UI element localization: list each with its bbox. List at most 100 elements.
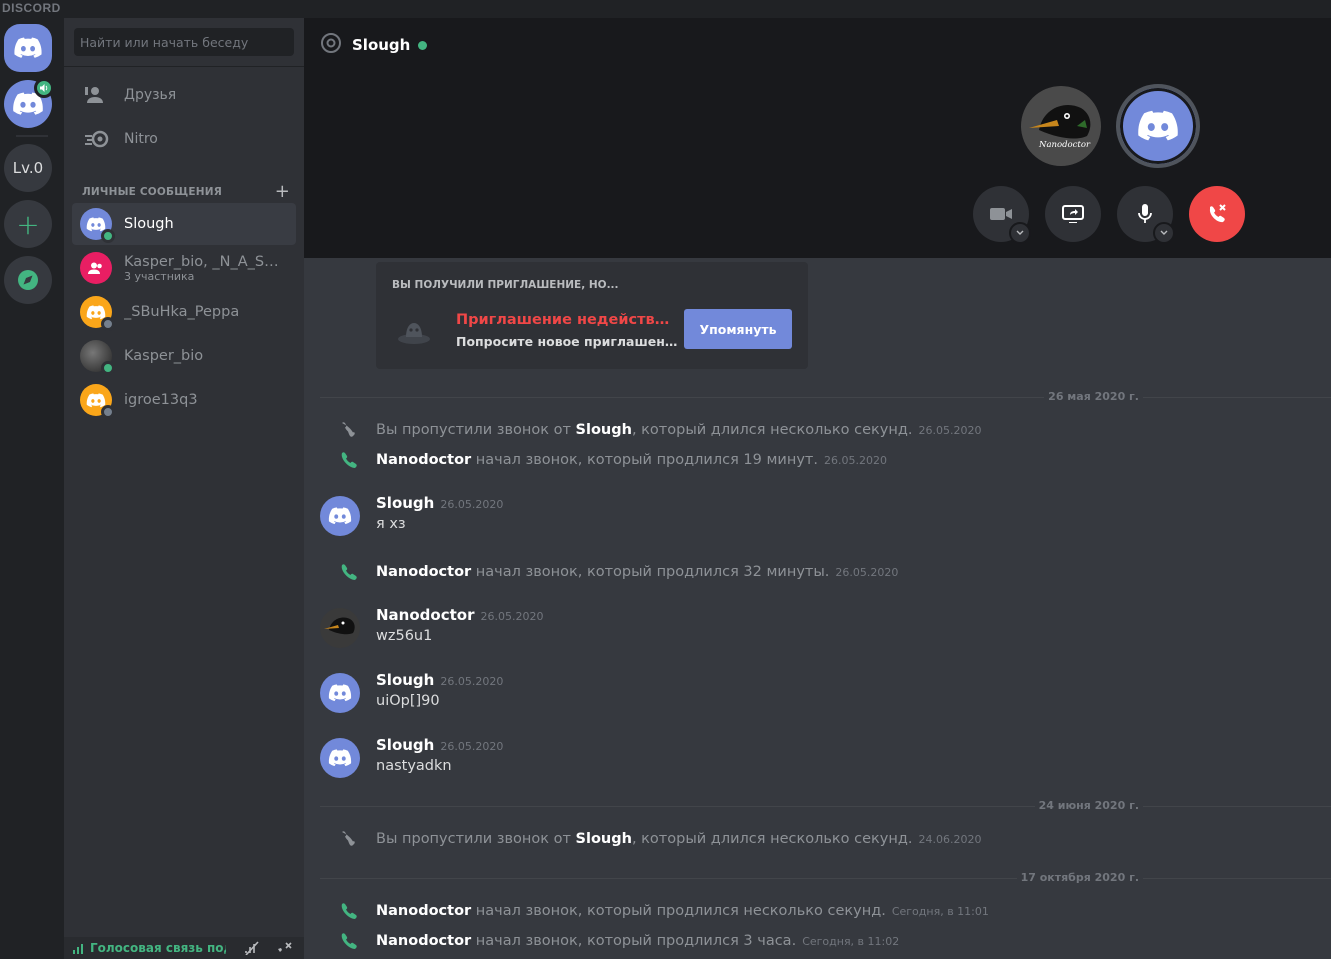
message-author[interactable]: Slough bbox=[376, 736, 434, 754]
message-text: wz56u1 bbox=[376, 628, 433, 644]
call-participant-slough[interactable] bbox=[1116, 84, 1200, 168]
status-offline-badge bbox=[101, 405, 115, 419]
message-group: Nanodoctor 26.05.2020 wz56u1 bbox=[320, 606, 1320, 654]
disconnect-icon[interactable] bbox=[276, 941, 292, 955]
username[interactable]: Nanodoctor bbox=[376, 903, 471, 919]
signal-icon bbox=[73, 944, 83, 954]
timestamp: 24.06.2020 bbox=[918, 832, 982, 846]
discord-logo-icon bbox=[328, 684, 352, 702]
missed-call-suffix: , который длился несколько секунд. bbox=[631, 422, 913, 438]
message-author[interactable]: Slough bbox=[376, 671, 434, 689]
dm-item-slough[interactable]: Slough bbox=[72, 203, 296, 245]
dm-item-igroe[interactable]: igroe13q3 bbox=[72, 379, 296, 421]
create-dm-icon[interactable]: + bbox=[275, 181, 290, 202]
message-author[interactable]: Slough bbox=[376, 494, 434, 512]
channel-header: Slough bbox=[320, 32, 428, 58]
system-message-call: Nanodoctor начал звонок, который продлил… bbox=[320, 561, 1320, 583]
at-icon bbox=[320, 32, 344, 58]
status-online-badge bbox=[101, 361, 115, 375]
main-chat: Slough Nanodoctor ВЫ ПОЛУЧИЛИ ПРИГЛАШЕНИ… bbox=[304, 18, 1331, 959]
missed-call-suffix: , который длился несколько секунд. bbox=[631, 831, 913, 847]
title-bar: DISCORD bbox=[0, 0, 1331, 18]
add-server-button[interactable]: + bbox=[4, 200, 52, 248]
chevron-down-icon[interactable] bbox=[1009, 222, 1031, 244]
channel-title: Slough bbox=[352, 36, 411, 54]
date-divider-label: 26 мая 2020 г. bbox=[1044, 390, 1143, 403]
discord-logo-icon bbox=[328, 507, 352, 525]
dm-name: Kasper_bio, _N_A_S_... bbox=[124, 253, 284, 270]
call-icon bbox=[320, 451, 376, 469]
rail-divider bbox=[16, 135, 48, 137]
server-level[interactable]: Lv.0 bbox=[4, 144, 52, 192]
message-author[interactable]: Nanodoctor bbox=[376, 606, 474, 624]
username[interactable]: Nanodoctor bbox=[376, 933, 471, 949]
avatar[interactable] bbox=[320, 608, 360, 648]
microphone-button[interactable] bbox=[1117, 186, 1175, 244]
end-call-button[interactable] bbox=[1189, 186, 1245, 242]
avatar bbox=[80, 296, 115, 331]
avatar[interactable] bbox=[320, 496, 360, 536]
explore-servers-button[interactable] bbox=[4, 256, 52, 304]
message-text: я хз bbox=[376, 516, 406, 532]
call-icon bbox=[320, 932, 376, 950]
hang-up-icon bbox=[1209, 204, 1226, 223]
status-offline-badge bbox=[101, 317, 115, 331]
camera-button[interactable] bbox=[973, 186, 1031, 244]
dm-member-count: 3 участника bbox=[124, 269, 195, 283]
invite-header: ВЫ ПОЛУЧИЛИ ПРИГЛАШЕНИЕ, НО... bbox=[392, 279, 619, 291]
timestamp: Сегодня, в 11:02 bbox=[802, 934, 900, 948]
timestamp: Сегодня, в 11:01 bbox=[891, 904, 989, 918]
invite-error-title: Приглашение недействительно bbox=[456, 312, 678, 328]
username[interactable]: Nanodoctor bbox=[376, 452, 471, 468]
missed-call-prefix: Вы пропустили звонок от bbox=[376, 422, 571, 438]
avatar[interactable] bbox=[320, 738, 360, 778]
call-participant-nanodoctor[interactable]: Nanodoctor bbox=[1021, 86, 1101, 166]
nav-nitro[interactable]: Nitro bbox=[72, 119, 296, 159]
system-text: начал звонок, который продлился 3 часа. bbox=[475, 933, 797, 949]
username[interactable]: Slough bbox=[576, 831, 632, 847]
timestamp: 26.05.2020 bbox=[918, 423, 982, 437]
nav-friends[interactable]: Друзья bbox=[72, 75, 296, 115]
mention-button[interactable]: Упомянуть bbox=[684, 309, 792, 349]
message-group: Slough 26.05.2020 я хз bbox=[320, 494, 1320, 542]
dm-item-group[interactable]: Kasper_bio, _N_A_S_... 3 участника bbox=[72, 247, 296, 289]
discord-logo-icon bbox=[86, 392, 106, 407]
discord-logo-icon bbox=[1138, 110, 1178, 141]
speaker-icon bbox=[34, 78, 54, 98]
dm-section-header: ЛИЧНЫЕ СООБЩЕНИЯ + bbox=[82, 181, 290, 202]
discord-logo-icon bbox=[14, 37, 42, 58]
message-group: Slough 26.05.2020 nastyadkn bbox=[320, 736, 1320, 784]
dm-name: Kasper_bio bbox=[124, 348, 204, 364]
discord-logo-icon bbox=[328, 749, 352, 767]
plus-icon: + bbox=[16, 207, 40, 241]
camera-icon bbox=[990, 208, 1012, 220]
search-input[interactable] bbox=[74, 28, 294, 56]
timestamp: 26.05.2020 bbox=[440, 675, 504, 688]
screen-share-icon bbox=[1062, 205, 1084, 223]
call-icon bbox=[320, 563, 376, 581]
home-button[interactable] bbox=[4, 24, 52, 72]
avatar bbox=[80, 208, 115, 243]
username[interactable]: Slough bbox=[576, 422, 632, 438]
message-text: nastyadkn bbox=[376, 758, 452, 774]
invite-error-subtitle: Попросите новое приглашение у Slough bbox=[456, 334, 678, 349]
timestamp: 26.05.2020 bbox=[480, 610, 544, 623]
noise-suppression-icon[interactable] bbox=[244, 941, 262, 955]
screen-share-button[interactable] bbox=[1045, 186, 1101, 242]
username[interactable]: Nanodoctor bbox=[376, 564, 471, 580]
system-text: начал звонок, который продлился 19 минут… bbox=[475, 452, 818, 468]
discord-logo-icon bbox=[86, 304, 106, 319]
invalid-invite-icon bbox=[396, 315, 432, 345]
search-bar bbox=[64, 18, 304, 67]
chevron-down-icon[interactable] bbox=[1153, 222, 1175, 244]
online-status-dot bbox=[418, 40, 428, 50]
dm-item-kasper[interactable]: Kasper_bio bbox=[72, 335, 296, 377]
avatar[interactable] bbox=[320, 673, 360, 713]
system-text: начал звонок, который продлился нескольк… bbox=[475, 903, 886, 919]
group-avatar bbox=[80, 252, 112, 284]
avatar bbox=[80, 340, 115, 375]
dm-item-sbuhka[interactable]: _SBuHka_Peppa bbox=[72, 291, 296, 333]
system-message-call: Nanodoctor начал звонок, который продлил… bbox=[320, 900, 1320, 922]
date-divider: 17 октября 2020 г. bbox=[320, 871, 1331, 884]
call-area: Slough Nanodoctor bbox=[304, 18, 1331, 258]
